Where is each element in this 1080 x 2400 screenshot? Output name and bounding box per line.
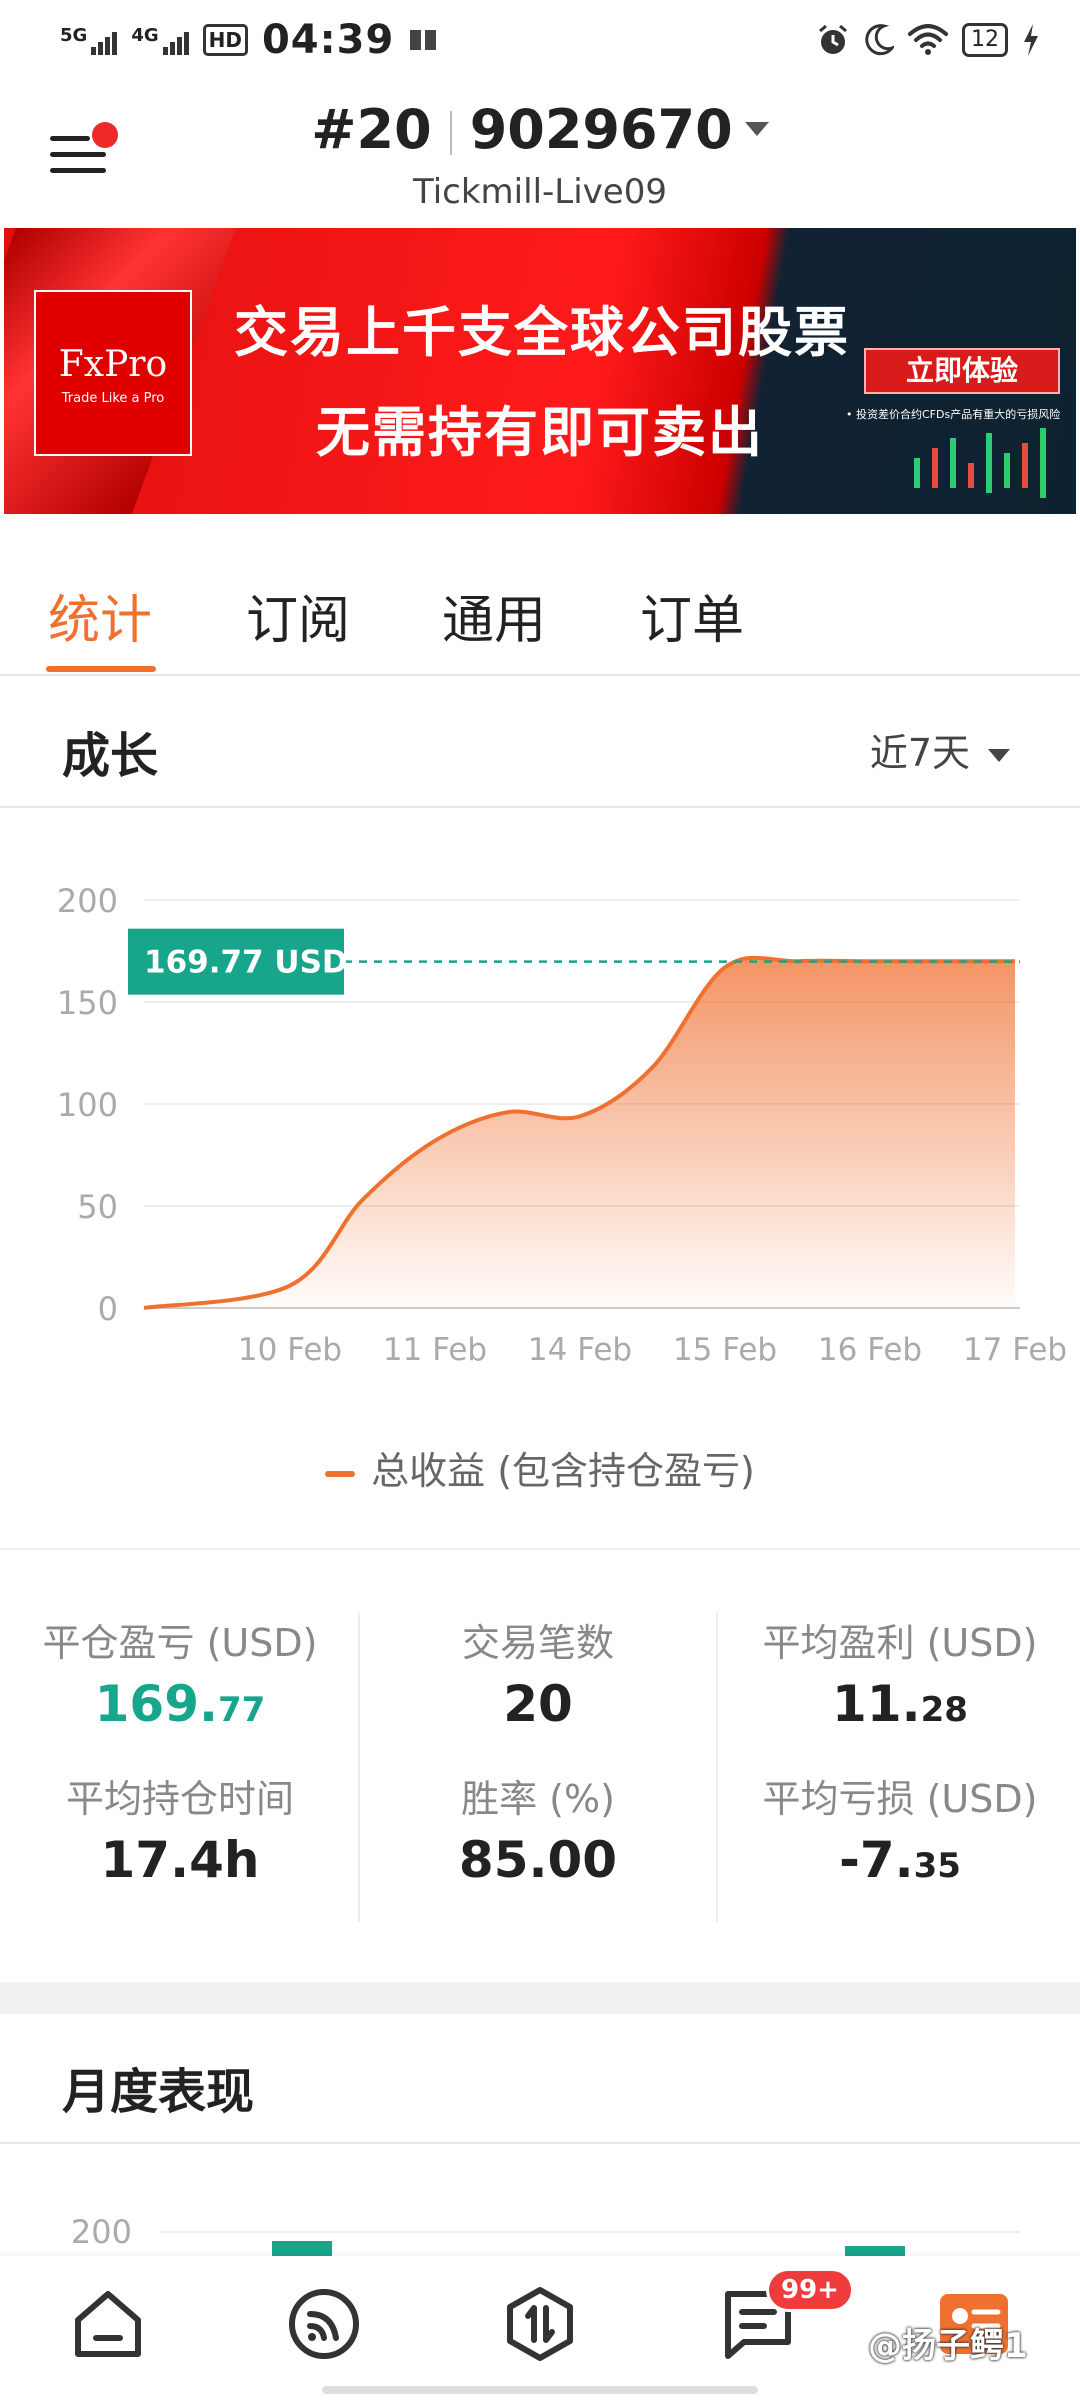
monthly-chart-svg: 200 — [71, 2213, 1020, 2266]
clock: 04:39 — [261, 17, 395, 63]
stat-value-int: 11. — [832, 1675, 921, 1733]
caret-down-icon — [744, 122, 769, 137]
book-icon — [410, 30, 437, 50]
period-label: 近7天 — [869, 731, 970, 775]
x-tick-label: 11 Feb — [383, 1332, 487, 1368]
home-icon[interactable] — [68, 2284, 148, 2364]
logo-tagline: Trade Like a Pro — [61, 391, 165, 406]
signal-5g-icon: 5G — [60, 25, 118, 55]
network-4g-label: 4G — [131, 25, 159, 46]
stat-value-int: -7. — [839, 1831, 914, 1889]
stat-value: -7.35 — [720, 1831, 1080, 1889]
tab-orders[interactable]: 订单 — [640, 578, 744, 653]
server-name: Tickmill-Live09 — [413, 172, 667, 212]
messages-badge: 99+ — [766, 2268, 854, 2312]
stat-win-rate: 胜率 (%) 85.00 — [358, 1768, 718, 1889]
watermark: @扬子鳄1 — [868, 2326, 1028, 2366]
period-selector[interactable]: 近7天 — [870, 722, 1010, 777]
stats-grid: 平仓盈亏 (USD) 169.77 交易笔数 20 平均盈利 (USD) 11.… — [0, 1548, 1080, 1980]
stat-closed-pl: 平仓盈亏 (USD) 169.77 — [0, 1612, 360, 1733]
stat-label: 平均盈利 (USD) — [762, 1621, 1038, 1665]
x-tick-label: 10 Feb — [238, 1332, 342, 1368]
account-index: #20 — [311, 98, 432, 161]
hd-voice-icon: HD — [202, 24, 248, 56]
stat-value: 169.77 — [0, 1675, 360, 1733]
current-value-label: 169.77 USD — [144, 945, 348, 981]
tab-general[interactable]: 通用 — [442, 578, 546, 653]
banner-disclaimer: • 投资差价合约CFDs产品有重大的亏损风险 — [846, 408, 1061, 421]
stat-label: 交易笔数 — [461, 1621, 614, 1665]
fxpro-logo: FxPro Trade Like a Pro — [34, 290, 192, 456]
status-left: 5G 4G HD 04:39 — [60, 17, 438, 63]
growth-chart-svg: 0 50 100 150 200 10 Feb 11 Feb 14 Feb 15 Feb 16 … — [57, 882, 1067, 1368]
signal-4g-icon: 4G — [131, 25, 189, 55]
chart-legend: 总收益 (包含持仓盈亏) — [0, 1440, 1080, 1495]
monthly-header: 月度表现 — [0, 2014, 1080, 2144]
active-tab-indicator — [46, 666, 156, 672]
status-right: 12 — [816, 23, 1040, 57]
growth-chart: 0 50 100 150 200 10 Feb 11 Feb 14 Feb 15 Feb 16 … — [0, 810, 1080, 1550]
stat-value: 11.28 — [720, 1675, 1080, 1733]
y-tick-label: 0 — [98, 1290, 118, 1328]
logo-text: FxPro — [58, 344, 168, 385]
stat-label: 平均亏损 (USD) — [762, 1777, 1038, 1821]
caret-down-icon — [988, 749, 1010, 762]
monthly-bar — [845, 2246, 905, 2266]
monthly-bar — [272, 2241, 332, 2261]
y-tick-label: 50 — [77, 1188, 118, 1226]
stat-value-dec: 77 — [218, 1690, 266, 1730]
wifi-icon — [908, 24, 948, 55]
stat-avg-loss: 平均亏损 (USD) -7.35 — [720, 1768, 1080, 1889]
monthly-chart: 200 — [0, 2146, 1080, 2266]
stat-trades: 交易笔数 20 — [358, 1612, 718, 1733]
tab-subscription[interactable]: 订阅 — [246, 578, 350, 653]
x-tick-label: 17 Feb — [963, 1332, 1067, 1368]
x-tick-label: 15 Feb — [673, 1332, 777, 1368]
tab-statistics[interactable]: 统计 — [48, 578, 152, 653]
alarm-icon — [819, 24, 847, 54]
monthly-ytick: 200 — [71, 2213, 132, 2251]
ad-banner[interactable]: FxPro Trade Like a Pro 交易上千支全球公司股票 无需持有即… — [4, 228, 1076, 514]
section-separator — [0, 1982, 1080, 2014]
growth-title: 成长 — [62, 728, 159, 784]
candlestick-decoration — [914, 428, 1046, 498]
network-5g-label: 5G — [60, 25, 88, 46]
y-tick-label: 150 — [57, 984, 118, 1022]
stat-value: 85.00 — [458, 1831, 618, 1889]
y-tick-label: 200 — [57, 882, 118, 920]
growth-area — [144, 957, 1015, 1308]
stat-label: 平均持仓时间 — [65, 1777, 294, 1821]
banner-subheadline: 无需持有即可卖出 — [316, 401, 764, 464]
trade-icon[interactable] — [500, 2284, 580, 2364]
x-tick-label: 14 Feb — [528, 1332, 632, 1368]
banner-cta-button[interactable]: 立即体验 — [864, 348, 1060, 394]
stat-label: 胜率 (%) — [461, 1777, 615, 1821]
stat-avg-profit: 平均盈利 (USD) 11.28 — [720, 1612, 1080, 1733]
charging-icon — [1024, 24, 1038, 56]
account-number: 9029670 — [469, 98, 733, 161]
stat-avg-hold-time: 平均持仓时间 17.4h — [0, 1768, 360, 1889]
status-bar: 5G 4G HD 04:39 12 — [0, 0, 1080, 80]
account-header: #20 9029670 Tickmill-Live09 — [0, 80, 1080, 225]
x-tick-label: 16 Feb — [818, 1332, 922, 1368]
stat-value-dec: 28 — [920, 1690, 968, 1730]
legend-label: 总收益 (包含持仓盈亏) — [371, 1449, 755, 1493]
stat-value: 20 — [503, 1675, 573, 1733]
banner-headline: 交易上千支全球公司股票 — [234, 301, 850, 364]
signals-icon[interactable] — [284, 2284, 364, 2364]
stat-value-int: 169. — [94, 1675, 219, 1733]
battery-icon: 12 — [962, 23, 1008, 57]
tab-bar: 统计 订阅 通用 订单 — [0, 514, 1080, 676]
account-selector[interactable]: #20 9029670 — [0, 98, 1080, 161]
stat-value-dec: 35 — [913, 1846, 961, 1886]
y-tick-label: 100 — [57, 1086, 118, 1124]
account-divider — [449, 111, 452, 156]
monthly-title: 月度表现 — [62, 2064, 255, 2120]
growth-header: 成长 近7天 — [0, 678, 1080, 808]
moon-icon — [865, 24, 894, 56]
legend-swatch — [325, 1470, 356, 1477]
stat-label: 平仓盈亏 (USD) — [42, 1621, 318, 1665]
gesture-bar[interactable] — [322, 2386, 758, 2394]
stat-value: 17.4h — [100, 1831, 260, 1889]
